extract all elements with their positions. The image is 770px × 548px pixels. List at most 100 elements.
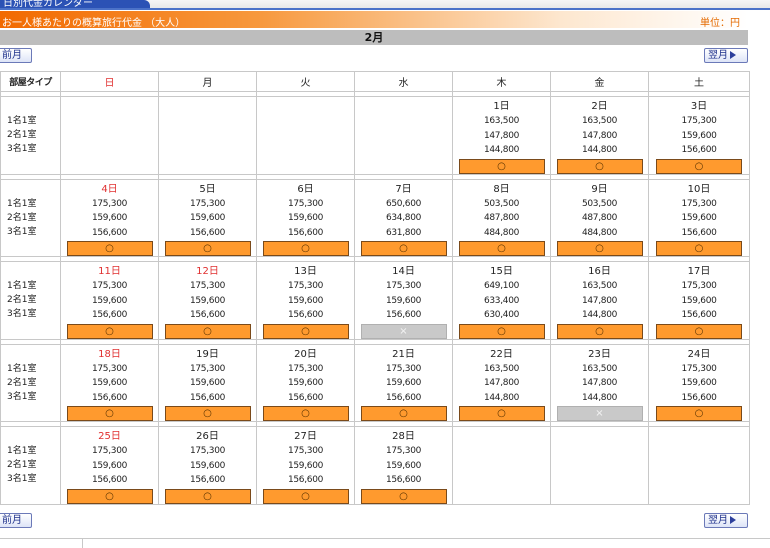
availability-button[interactable]: ○ (66, 241, 153, 256)
day-price: 147,800 (483, 130, 520, 141)
weekday-mon: 月 (158, 71, 257, 92)
availability-button[interactable]: ○ (164, 488, 251, 504)
availability-button[interactable]: ○ (458, 158, 545, 174)
day-content: 21日 175,300 159,600 156,600 ○ (355, 345, 452, 421)
day-price: 175,300 (681, 281, 717, 291)
week-row: 1名1室 2名1室 3名1室 1日 163,500 147,800 144,800 ○ 2日 16… (0, 96, 750, 175)
availability-button[interactable]: ○ (656, 323, 742, 339)
day-price: 159,600 (681, 295, 717, 306)
day-content: 19日 175,300 159,600 156,600 ○ (159, 345, 256, 421)
day-date: 14日 (392, 266, 415, 277)
day-date: 3日 (690, 101, 708, 112)
availability-button[interactable]: ○ (360, 488, 447, 504)
next-month-label: 翌月 (708, 50, 728, 61)
availability-button[interactable]: ○ (66, 323, 153, 339)
day-price: 156,600 (91, 392, 128, 403)
day-cell: 20日 175,300 159,600 156,600 ○ (256, 343, 355, 422)
day-cell: 6日 175,300 159,600 156,600 ○ (256, 178, 355, 257)
empty-day-cell (60, 96, 159, 175)
prev-month-button[interactable]: 前月 (0, 48, 32, 63)
week-row: 1名1室 2名1室 3名1室 11日 175,300 159,600 156,600 ○ 12日… (0, 261, 750, 340)
day-price: 649,100 (483, 281, 520, 291)
room-type-label: 3名1室 (7, 474, 37, 485)
availability-button[interactable]: ○ (656, 241, 742, 256)
calendar-tab[interactable]: 日別代金カレンダー (0, 0, 150, 8)
day-price: 159,600 (287, 460, 324, 471)
availability-button[interactable]: ○ (66, 406, 153, 421)
availability-button[interactable]: ○ (556, 323, 643, 339)
room-type-label: 1名1室 (7, 446, 37, 457)
availability-button[interactable]: ○ (262, 323, 349, 339)
day-price: 156,600 (91, 310, 128, 320)
price-header-title: お一人様あたりの概算旅行代金 （大人） (2, 18, 186, 29)
day-price: 503,500 (581, 198, 618, 209)
day-date: 27日 (294, 431, 317, 442)
day-cell: 14日 175,300 159,600 156,600 × (354, 261, 453, 340)
availability-button[interactable]: ○ (656, 158, 742, 174)
day-price: 159,600 (189, 378, 226, 388)
day-price: 163,500 (581, 363, 618, 374)
day-price: 175,300 (91, 198, 128, 209)
availability-button[interactable]: ○ (458, 241, 545, 256)
day-date: 19日 (196, 348, 219, 360)
day-cell: 16日 163,500 147,800 144,800 ○ (550, 261, 649, 340)
availability-button[interactable]: ○ (262, 241, 349, 256)
availability-button[interactable]: ○ (164, 323, 251, 339)
day-date: 16日 (588, 266, 611, 277)
availability-button[interactable]: ○ (458, 323, 545, 339)
empty-day-cell (354, 96, 453, 175)
top-divider (0, 8, 770, 10)
room-type-label: 1名1室 (7, 116, 37, 127)
next-month-button-bottom[interactable]: 翌月 (704, 513, 748, 528)
next-month-button[interactable]: 翌月 (704, 48, 748, 63)
day-content: 15日 649,100 633,400 630,400 ○ (453, 262, 550, 339)
day-content: 14日 175,300 159,600 156,600 × (355, 262, 452, 339)
day-price: 156,600 (385, 310, 422, 320)
day-date: 25日 (98, 431, 121, 442)
week-row: 1名1室 2名1室 3名1室 18日 175,300 159,600 156,600 ○ 19日… (0, 343, 750, 422)
day-date: 15日 (490, 266, 513, 277)
room-type-label: 2名1室 (7, 377, 37, 388)
day-price: 159,600 (91, 460, 128, 471)
day-content: 20日 175,300 159,600 156,600 ○ (257, 345, 354, 421)
availability-button[interactable]: ○ (458, 406, 545, 421)
day-price: 159,600 (91, 295, 128, 306)
availability-button[interactable]: ○ (164, 406, 251, 421)
day-cell: 11日 175,300 159,600 156,600 ○ (60, 261, 159, 340)
availability-button[interactable]: ○ (556, 158, 643, 174)
room-type-labels: 1名1室 2名1室 3名1室 (0, 426, 61, 505)
day-cell: 2日 163,500 147,800 144,800 ○ (550, 96, 649, 175)
room-type-label: 2名1室 (7, 460, 37, 471)
availability-button[interactable]: ○ (164, 241, 251, 256)
room-type-label: 2名1室 (7, 130, 37, 141)
prev-month-button-bottom[interactable]: 前月 (0, 513, 32, 528)
calendar-tab-label: 日別代金カレンダー (3, 0, 93, 8)
day-cell: 5日 175,300 159,600 156,600 ○ (158, 178, 257, 257)
day-cell: 24日 175,300 159,600 156,600 ○ (648, 343, 750, 422)
availability-button[interactable]: ○ (262, 488, 349, 504)
availability-button[interactable]: ○ (360, 406, 447, 421)
day-content: 11日 175,300 159,600 156,600 ○ (61, 262, 158, 339)
day-price: 175,300 (189, 446, 226, 456)
availability-button[interactable]: ○ (66, 488, 153, 504)
availability-button[interactable]: ○ (556, 241, 643, 256)
day-content: 8日 503,500 487,800 484,800 ○ (453, 180, 550, 256)
room-type-label: 2名1室 (7, 295, 37, 306)
room-type-label: 3名1室 (7, 309, 37, 320)
day-price: 159,600 (287, 213, 324, 223)
day-price: 175,300 (287, 446, 324, 456)
day-content: 10日 175,300 159,600 156,600 ○ (649, 180, 749, 256)
day-content: 23日 163,500 147,800 144,800 × (551, 345, 648, 421)
day-date: 18日 (98, 348, 121, 360)
day-cell: 10日 175,300 159,600 156,600 ○ (648, 178, 750, 257)
day-content: 1日 163,500 147,800 144,800 ○ (453, 97, 550, 174)
day-date: 10日 (687, 183, 711, 195)
day-price: 633,400 (483, 295, 520, 306)
availability-button[interactable]: ○ (360, 241, 447, 256)
day-content: 4日 175,300 159,600 156,600 ○ (61, 180, 158, 256)
day-price: 175,300 (91, 446, 128, 456)
day-price: 147,800 (483, 378, 520, 388)
availability-button[interactable]: ○ (262, 406, 349, 421)
room-type-header: 部屋タイプ (0, 71, 61, 92)
availability-button[interactable]: ○ (656, 406, 742, 421)
